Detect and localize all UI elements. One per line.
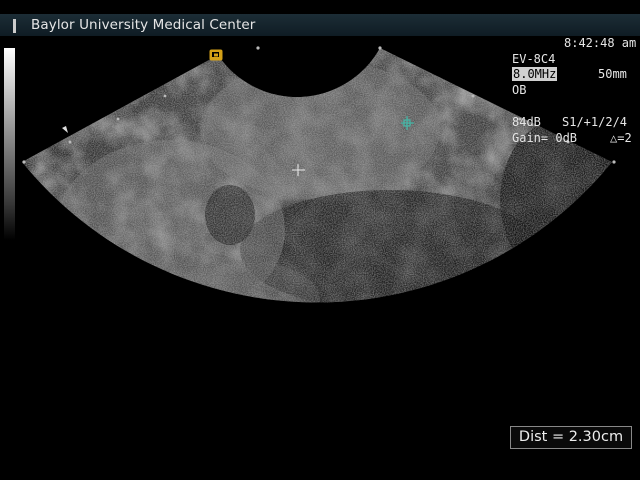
- dynamic-range-label: 84dB: [512, 115, 541, 129]
- gain-label: Gain= 0dB: [512, 131, 578, 145]
- depth-label: 50mm: [598, 67, 627, 81]
- settings-label: S1/+1/2/4: [562, 115, 628, 129]
- time-display: 8:42:48 am: [564, 36, 637, 50]
- frequency-label: 8.0MHz: [512, 67, 558, 81]
- orientation-marker-icon: [209, 49, 223, 61]
- probe-label: EV-8C4: [512, 52, 556, 66]
- delta-label: △=2: [610, 131, 632, 145]
- focus-marker-icon: [62, 126, 68, 133]
- preset-label: OB: [512, 83, 527, 97]
- distance-measurement: Dist = 2.30cm: [510, 426, 632, 449]
